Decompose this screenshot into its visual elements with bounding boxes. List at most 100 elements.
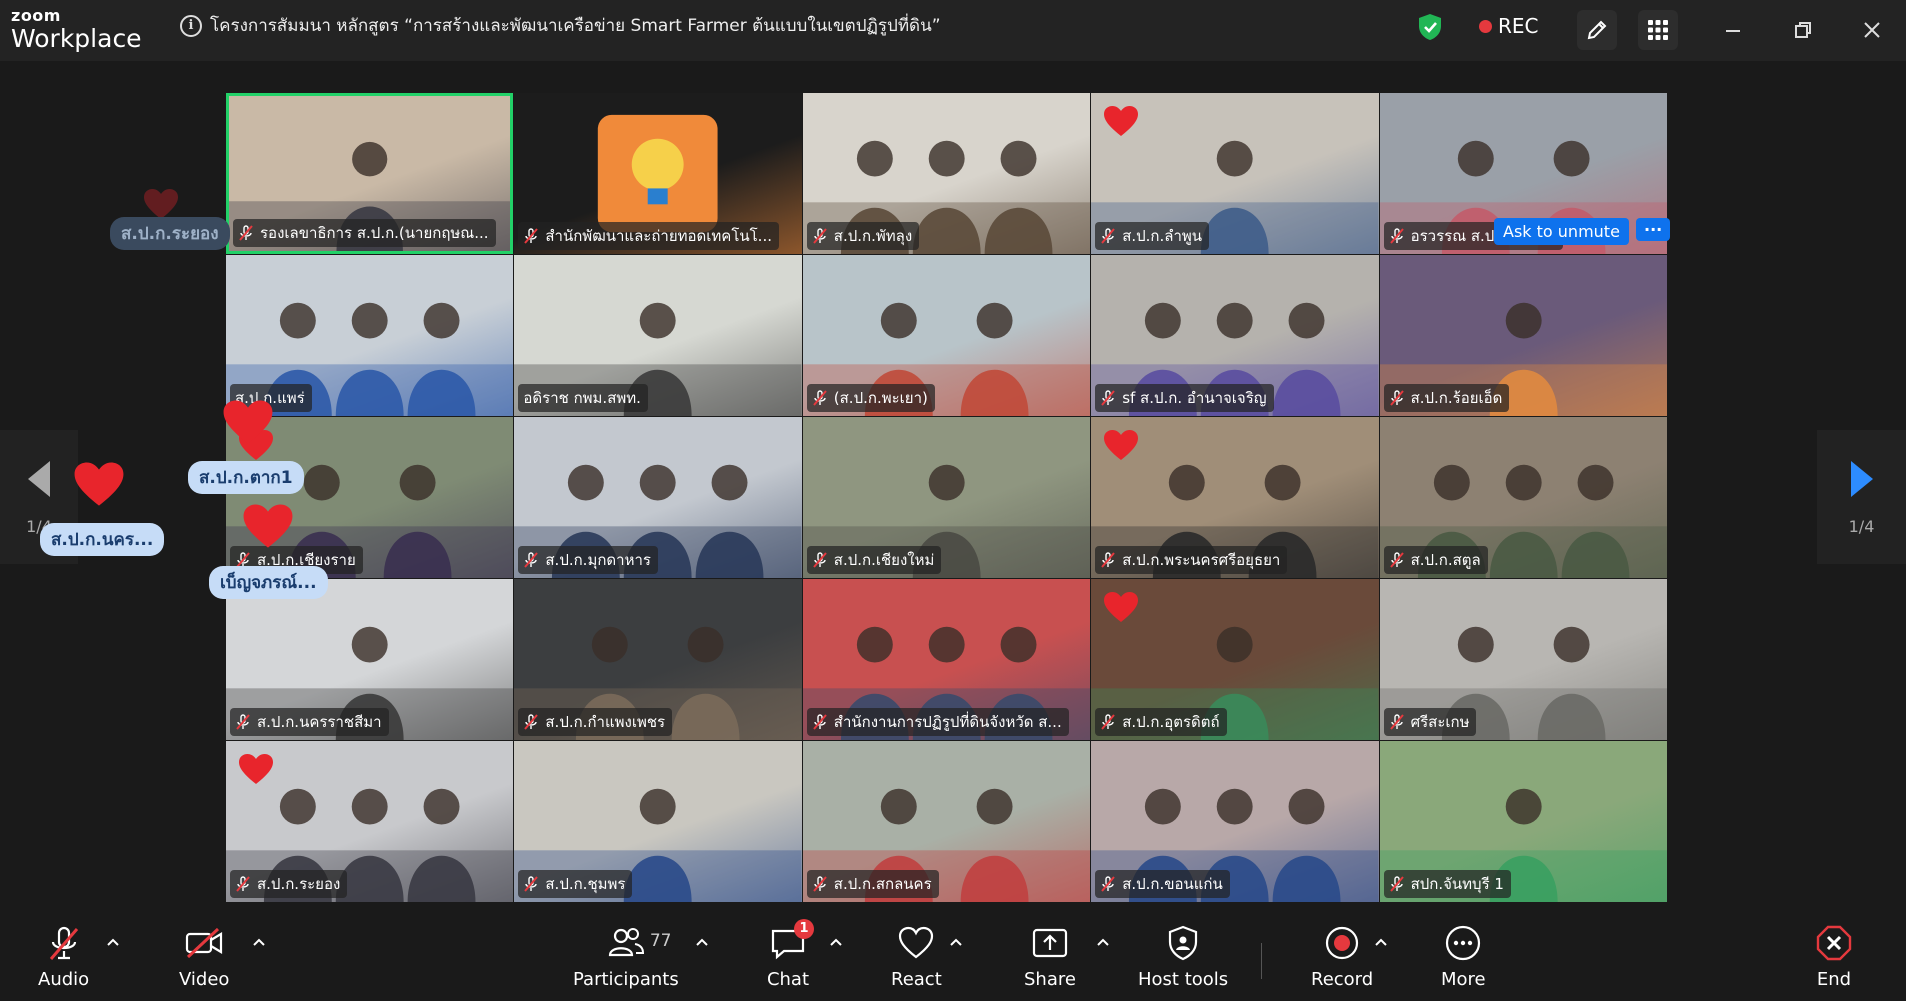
- participant-name: ส.ป.ก.ร้อยเอ็ด: [1410, 389, 1503, 407]
- mic-muted-icon: [524, 714, 539, 730]
- share-options-caret-icon[interactable]: [1096, 937, 1110, 947]
- participant-tile[interactable]: ส.ป.ก.แพร่: [226, 255, 514, 416]
- restore-icon: [1795, 22, 1811, 38]
- close-icon: [1864, 22, 1880, 38]
- participant-tile[interactable]: ส.ป.ก.ชุมพร: [514, 741, 802, 902]
- next-page-button[interactable]: 1/4: [1817, 430, 1906, 564]
- annotate-button[interactable]: [1577, 10, 1617, 50]
- shield-icon: [1161, 921, 1205, 965]
- participant-tile[interactable]: ส.ป.ก.ขอนแก่น: [1091, 741, 1379, 902]
- host-tools-button[interactable]: Host tools: [1138, 921, 1228, 990]
- participant-name-tag: ส.ป.ก.สตูล: [1383, 546, 1488, 574]
- restore-button[interactable]: [1783, 10, 1823, 50]
- participant-name: (ส.ป.ก.พะเยา): [833, 389, 928, 407]
- participant-name: ศรีสะเกษ: [1410, 713, 1470, 731]
- mic-muted-icon: [1101, 228, 1115, 244]
- meeting-title: โครงการสัมมนา หลักสูตร “การสร้างและพัฒนา…: [210, 16, 941, 36]
- tile-more-options-button[interactable]: ···: [1636, 218, 1671, 241]
- mic-muted-icon: [813, 552, 827, 568]
- participant-tile[interactable]: ส.ป.ก.เชียงใหม่: [802, 417, 1091, 578]
- video-button[interactable]: Video: [179, 921, 229, 990]
- participant-tile[interactable]: ส.ป.ก.มุกดาหาร: [514, 417, 802, 578]
- participant-tile[interactable]: ศรีสะเกษ: [1379, 579, 1667, 740]
- chat-options-caret-icon[interactable]: [829, 937, 843, 947]
- participant-tile[interactable]: ส.ป.ก.ร้อยเอ็ด: [1379, 255, 1667, 416]
- audio-options-caret-icon[interactable]: [106, 937, 120, 947]
- participant-tile[interactable]: ส.ป.ก.พระนครศรีอยุธยา: [1091, 417, 1379, 578]
- audio-button[interactable]: Audio: [38, 921, 89, 990]
- participant-name-tag: สปก.จันทบุรี 1: [1383, 870, 1511, 898]
- record-options-caret-icon[interactable]: [1374, 937, 1388, 947]
- info-icon[interactable]: i: [180, 15, 202, 37]
- heart-reaction-icon: [223, 400, 273, 444]
- participant-name: ส.ป.ก.ระยอง: [257, 875, 341, 893]
- participant-name: สปก.จันทบุรี 1: [1410, 875, 1504, 893]
- participant-tile[interactable]: (ส.ป.ก.พะเยา): [802, 255, 1091, 416]
- participant-tile[interactable]: ส.ป.ก.พัทลุง: [802, 93, 1091, 254]
- participant-tile[interactable]: ส.ป.ก.สกลนคร: [802, 741, 1091, 902]
- close-window-button[interactable]: [1852, 10, 1892, 50]
- view-layout-button[interactable]: [1638, 10, 1678, 50]
- host-tools-label: Host tools: [1138, 969, 1229, 990]
- end-meeting-button[interactable]: End: [1812, 921, 1856, 990]
- participant-tile[interactable]: ส.ป.ก.สตูล: [1379, 417, 1667, 578]
- video-options-caret-icon[interactable]: [252, 937, 266, 947]
- participants-button[interactable]: 77 Participants: [573, 921, 679, 990]
- participant-tile[interactable]: สำนักงานการปฏิรูปที่ดินจังหวัด ส...: [802, 579, 1091, 740]
- mic-muted-icon: [239, 225, 253, 241]
- end-icon: [1812, 921, 1856, 965]
- participant-tile[interactable]: ส.ป.ก.กำแพงเพชร: [514, 579, 802, 740]
- participants-options-caret-icon[interactable]: [695, 937, 709, 947]
- participant-name-tag: ส.ป.ก.มุกดาหาร: [518, 546, 658, 574]
- participant-name-tag: รองเลขาธิการ ส.ป.ก.(นายกฤษณ...: [233, 219, 496, 247]
- mic-muted-icon: [1101, 876, 1115, 892]
- participant-name-tag: ส.ป.ก.ขอนแก่น: [1095, 870, 1230, 898]
- more-button[interactable]: More: [1441, 921, 1486, 990]
- participant-name-tag: ส.ป.ก.ลำพูน: [1095, 222, 1210, 250]
- ask-to-unmute-button[interactable]: Ask to unmute: [1494, 218, 1629, 245]
- participant-name-tag: ส.ป.ก.อุตรดิตถ์: [1095, 708, 1227, 736]
- chat-icon: 1: [766, 919, 814, 965]
- participant-name: รองเลขาธิการ ส.ป.ก.(นายกฤษณ...: [260, 224, 489, 242]
- participant-name-tag: ศรีสะเกษ: [1383, 708, 1477, 736]
- react-button[interactable]: React: [891, 921, 942, 990]
- chat-unread-badge: 1: [794, 919, 814, 939]
- grid-view-icon: [1648, 20, 1668, 40]
- participant-tile[interactable]: ส.ป.ก.ลำพูน: [1091, 93, 1379, 254]
- rec-label: REC: [1498, 14, 1539, 38]
- minimize-button[interactable]: [1713, 10, 1753, 50]
- floating-name-label: ส.ป.ก.ระยอง: [110, 217, 230, 250]
- participant-name-tag: ส.ป.ก.พระนครศรีอยุธยา: [1095, 546, 1288, 574]
- participant-name-tag: สำนักพัฒนาและถ่ายทอดเทคโนโ...: [518, 222, 779, 250]
- logo-zoom-text: zoom: [11, 6, 61, 25]
- participant-name: ส.ป.ก.มุกดาหาร: [545, 551, 651, 569]
- chat-button[interactable]: 1 Chat: [766, 919, 814, 990]
- participant-name-tag: ส.ป.ก.ระยอง: [230, 870, 348, 898]
- mic-muted-icon: [524, 876, 539, 892]
- encryption-shield-icon[interactable]: [1417, 13, 1443, 41]
- recording-indicator[interactable]: REC: [1479, 14, 1539, 38]
- participant-tile[interactable]: ส.ป.ก.นครราชสีมา: [226, 579, 514, 740]
- participant-tile[interactable]: สปก.จันทบุรี 1: [1379, 741, 1667, 902]
- mic-muted-icon: [1389, 552, 1404, 568]
- participant-tile[interactable]: สำนักพัฒนาและถ่ายทอดเทคโนโ...: [514, 93, 802, 254]
- react-options-caret-icon[interactable]: [949, 937, 963, 947]
- participant-name: สำนักพัฒนาและถ่ายทอดเทคโนโ...: [545, 227, 772, 245]
- participant-name: สำนักงานการปฏิรูปที่ดินจังหวัด ส...: [833, 713, 1062, 731]
- participant-name: ส.ป.ก.พัทลุง: [833, 227, 913, 245]
- record-button[interactable]: Record: [1311, 921, 1373, 990]
- camera-off-icon: [182, 921, 226, 965]
- heart-outline-icon: [894, 921, 938, 965]
- floating-name-label: เบ็ญจภรณ์...: [209, 566, 328, 599]
- share-button[interactable]: Share: [1024, 921, 1076, 990]
- participant-tile[interactable]: อดิราช กพม.สพท.: [514, 255, 802, 416]
- participant-tile[interactable]: sf ส.ป.ก. อำนาจเจริญ: [1091, 255, 1379, 416]
- share-label: Share: [1024, 969, 1076, 990]
- participant-name: ส.ป.ก.อุตรดิตถ์: [1122, 713, 1220, 731]
- participant-tile[interactable]: ส.ป.ก.ระยอง: [226, 741, 514, 902]
- floating-name-label: ส.ป.ก.ตาก1: [188, 461, 304, 494]
- mic-muted-icon: [1389, 390, 1404, 406]
- more-label: More: [1441, 969, 1486, 990]
- participant-tile[interactable]: ส.ป.ก.อุตรดิตถ์: [1091, 579, 1379, 740]
- participant-tile[interactable]: รองเลขาธิการ ส.ป.ก.(นายกฤษณ...: [226, 93, 514, 254]
